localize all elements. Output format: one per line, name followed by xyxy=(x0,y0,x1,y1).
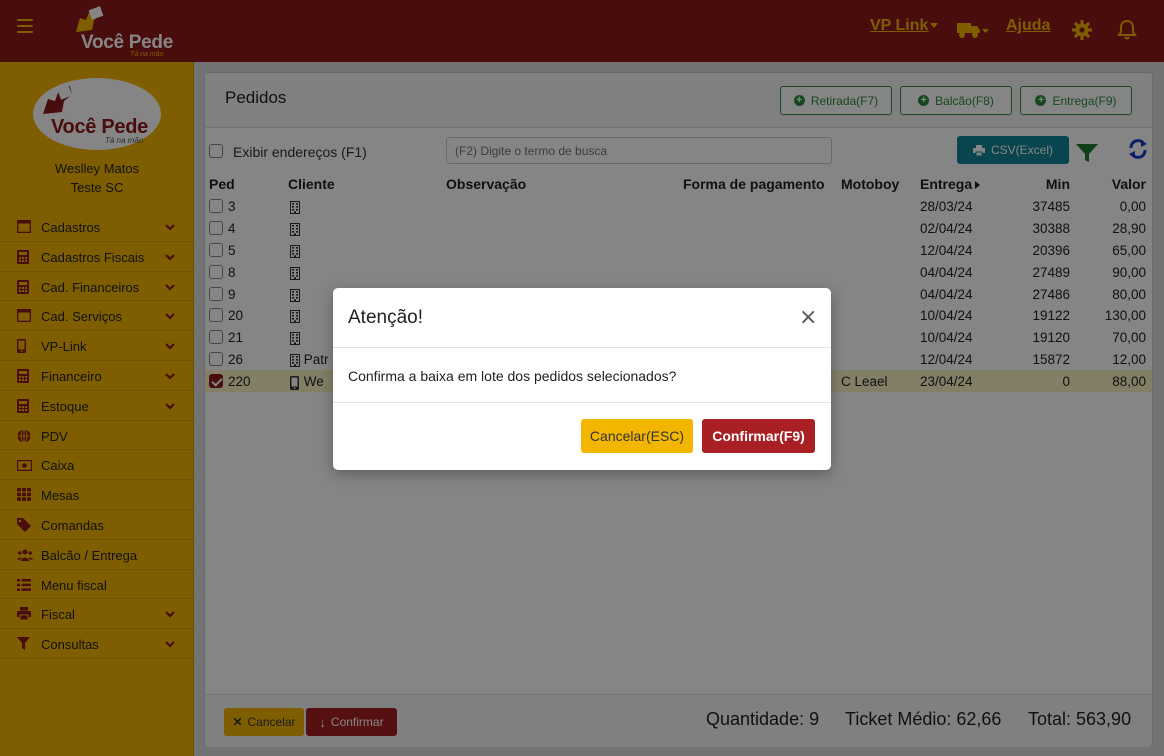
dialog-body: Confirma a baixa em lote dos pedidos sel… xyxy=(333,348,831,403)
confirm-dialog: Atenção! × Confirma a baixa em lote dos … xyxy=(333,288,831,470)
dialog-header: Atenção! × xyxy=(333,288,831,348)
dialog-confirm-button[interactable]: Confirmar(F9) xyxy=(702,419,815,453)
dialog-message: Confirma a baixa em lote dos pedidos sel… xyxy=(348,368,677,384)
close-icon[interactable]: × xyxy=(799,305,817,330)
dialog-title: Atenção! xyxy=(348,307,423,328)
dialog-cancel-button[interactable]: Cancelar(ESC) xyxy=(581,419,693,453)
